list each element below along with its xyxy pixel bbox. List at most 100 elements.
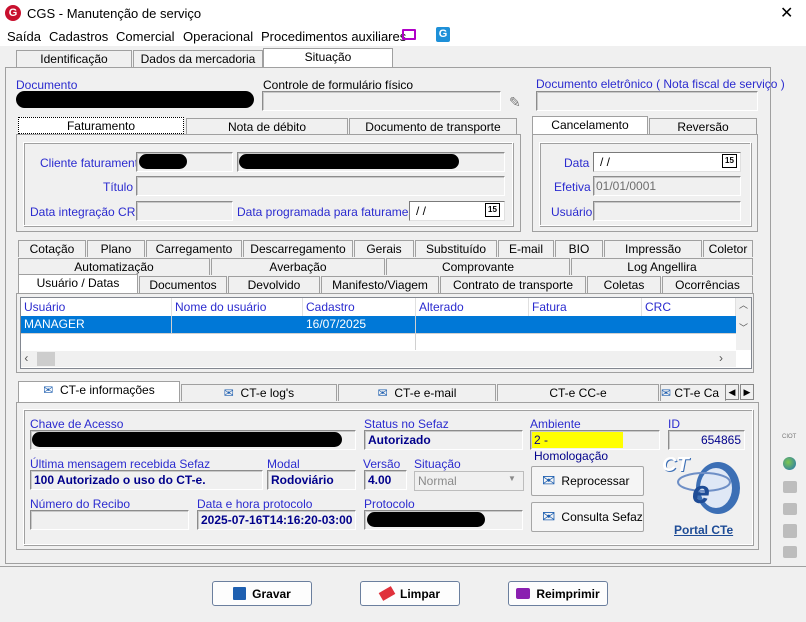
modal-field[interactable]: Rodoviário bbox=[267, 470, 356, 490]
versao-field[interactable]: 4.00 bbox=[364, 470, 407, 490]
ambiente-value: 2 - Homologação bbox=[532, 432, 623, 463]
tab-carregamento[interactable]: Carregamento bbox=[146, 240, 242, 257]
tab-scroll-right-icon[interactable]: ▶ bbox=[740, 384, 754, 400]
ciot-label: CIOT bbox=[782, 434, 797, 440]
menu-saida[interactable]: Saída bbox=[7, 29, 41, 44]
printer-icon bbox=[516, 588, 531, 599]
documento-eletronico-field[interactable] bbox=[536, 91, 758, 111]
tab-cotacao[interactable]: Cotação bbox=[18, 240, 86, 257]
menu-procedimentos-auxiliares[interactable]: Procedimentos auxiliares bbox=[261, 29, 406, 44]
cte-icon: ✉ bbox=[542, 509, 556, 526]
tab-log-angellira[interactable]: Log Angellira bbox=[571, 258, 753, 275]
documento-field[interactable] bbox=[16, 91, 254, 108]
menu-cadastros[interactable]: Cadastros bbox=[49, 29, 108, 44]
data-hora-protocolo-field[interactable]: 2025-07-16T14:16:20-03:00 bbox=[197, 510, 356, 530]
documento-eletronico-label: Documento eletrônico ( Nota fiscal de se… bbox=[536, 77, 785, 91]
tab-identificacao[interactable]: Identificação bbox=[16, 50, 132, 67]
id-field[interactable]: 654865 bbox=[668, 430, 745, 450]
tab-cte-cce[interactable]: CT-e CC-e bbox=[497, 384, 659, 401]
globe-icon[interactable] bbox=[783, 457, 796, 470]
reimprimir-button[interactable]: Reimprimir bbox=[508, 581, 608, 606]
tab-cte-cancelamento[interactable]: ✉ CT-e Ca bbox=[660, 384, 726, 401]
numero-recibo-label: Número do Recibo bbox=[30, 497, 131, 511]
data-programada-label: Data programada para faturamento bbox=[237, 205, 426, 219]
tab-cte-informacoes[interactable]: ✉ CT-e informações bbox=[18, 381, 180, 403]
side-tool-icon[interactable] bbox=[783, 503, 797, 515]
portal-cte-link[interactable]: Portal CTe bbox=[674, 523, 733, 537]
tab-contrato-de-transporte[interactable]: Contrato de transporte bbox=[440, 276, 586, 293]
tab-coletas[interactable]: Coletas bbox=[587, 276, 661, 293]
close-icon[interactable]: ✕ bbox=[780, 3, 793, 23]
cancel-data-value: / / bbox=[600, 155, 611, 169]
monitor-icon[interactable] bbox=[402, 29, 416, 40]
window-title: CGS - Manutenção de serviço bbox=[27, 6, 202, 21]
grid-header-alterado[interactable]: Alterado bbox=[416, 298, 529, 317]
tab-reversao[interactable]: Reversão bbox=[649, 118, 757, 135]
tab-nota-de-debito[interactable]: Nota de débito bbox=[186, 118, 348, 135]
cte-logo-text: CT bbox=[662, 454, 689, 476]
side-tool-icon[interactable] bbox=[783, 524, 797, 538]
tab-cancelamento[interactable]: Cancelamento bbox=[532, 116, 648, 135]
tab-faturamento[interactable]: Faturamento bbox=[18, 117, 184, 134]
cliente-faturamento-label: Cliente faturamento bbox=[40, 156, 145, 170]
tab-usuario-datas[interactable]: Usuário / Datas bbox=[18, 274, 138, 295]
grid-cell-usuario: MANAGER bbox=[21, 316, 172, 333]
cancel-usuario-field[interactable] bbox=[593, 201, 741, 221]
protocolo-value bbox=[367, 512, 485, 527]
tab-comprovante[interactable]: Comprovante bbox=[386, 258, 570, 275]
side-tool-icon[interactable] bbox=[783, 481, 797, 493]
horizontal-scrollbar[interactable]: ‹ › bbox=[21, 351, 736, 367]
cancel-data-field[interactable] bbox=[593, 152, 741, 172]
ultima-mensagem-field[interactable]: 100 Autorizado o uso do CT-e. bbox=[30, 470, 263, 490]
tab-documento-de-transporte[interactable]: Documento de transporte bbox=[349, 118, 517, 135]
gravar-button[interactable]: Gravar bbox=[212, 581, 312, 606]
tab-cte-email[interactable]: ✉ CT-e e-mail bbox=[338, 384, 496, 401]
versao-label: Versão bbox=[363, 457, 401, 471]
eraser-icon bbox=[378, 586, 396, 601]
tab-ocorrencias[interactable]: Ocorrências bbox=[662, 276, 753, 293]
tab-bio[interactable]: BIO bbox=[555, 240, 603, 257]
chevron-down-icon[interactable]: ▼ bbox=[508, 474, 516, 483]
grid-header-fatura[interactable]: Fatura bbox=[529, 298, 642, 317]
tab-substituido[interactable]: Substituído bbox=[415, 240, 497, 257]
tab-automatizacao[interactable]: Automatização bbox=[18, 258, 210, 275]
grid-header-cadastro[interactable]: Cadastro bbox=[303, 298, 416, 317]
grid-header-crc[interactable]: CRC bbox=[642, 298, 736, 317]
tab-scroll-left-icon[interactable]: ◀ bbox=[725, 384, 739, 400]
grid-header-nome[interactable]: Nome do usuário bbox=[172, 298, 303, 317]
tab-averbacao[interactable]: Averbação bbox=[211, 258, 385, 275]
tab-manifesto-viagem[interactable]: Manifesto/Viagem bbox=[321, 276, 439, 293]
tab-devolvido[interactable]: Devolvido bbox=[228, 276, 320, 293]
status-sefaz-label: Status no Sefaz bbox=[364, 417, 449, 431]
cancel-calendar-icon[interactable]: 15 bbox=[722, 154, 737, 168]
table-row-empty[interactable] bbox=[21, 333, 736, 350]
documento-label: Documento bbox=[16, 78, 78, 92]
grid-header-usuario[interactable]: Usuário bbox=[21, 298, 172, 317]
tab-coletor[interactable]: Coletor bbox=[703, 240, 753, 257]
menu-operacional[interactable]: Operacional bbox=[183, 29, 253, 44]
limpar-button[interactable]: Limpar bbox=[360, 581, 460, 606]
tab-impressao[interactable]: Impressão bbox=[604, 240, 702, 257]
calendar-icon[interactable]: 15 bbox=[485, 203, 500, 217]
tab-email[interactable]: E-mail bbox=[498, 240, 554, 257]
tab-dados-da-mercadoria[interactable]: Dados da mercadoria bbox=[133, 50, 263, 67]
tab-documentos[interactable]: Documentos bbox=[139, 276, 227, 293]
vertical-scrollbar[interactable]: ︿ ﹀ bbox=[736, 298, 751, 350]
consulta-sefaz-button[interactable]: ✉ Consulta Sefaz bbox=[531, 502, 644, 532]
tab-situacao[interactable]: Situação bbox=[263, 48, 393, 68]
tab-cte-logs[interactable]: ✉ CT-e log's bbox=[181, 384, 337, 401]
tab-plano[interactable]: Plano bbox=[87, 240, 145, 257]
tab-descarregamento[interactable]: Descarregamento bbox=[243, 240, 353, 257]
eraser-icon[interactable]: ✎ bbox=[509, 94, 521, 111]
reprocessar-button[interactable]: ✉ Reprocessar bbox=[531, 466, 644, 496]
data-integracao-crc-field[interactable] bbox=[136, 201, 233, 221]
titulo-field[interactable] bbox=[136, 176, 505, 196]
numero-recibo-field[interactable] bbox=[30, 510, 189, 530]
side-tool-icon[interactable] bbox=[783, 546, 797, 558]
chave-acesso-label: Chave de Acesso bbox=[30, 417, 124, 431]
controle-formulario-field[interactable] bbox=[262, 91, 501, 111]
tab-gerais[interactable]: Gerais bbox=[354, 240, 414, 257]
g-app-icon[interactable]: G bbox=[436, 27, 450, 42]
menu-comercial[interactable]: Comercial bbox=[116, 29, 175, 44]
status-sefaz-field[interactable]: Autorizado bbox=[364, 430, 523, 450]
